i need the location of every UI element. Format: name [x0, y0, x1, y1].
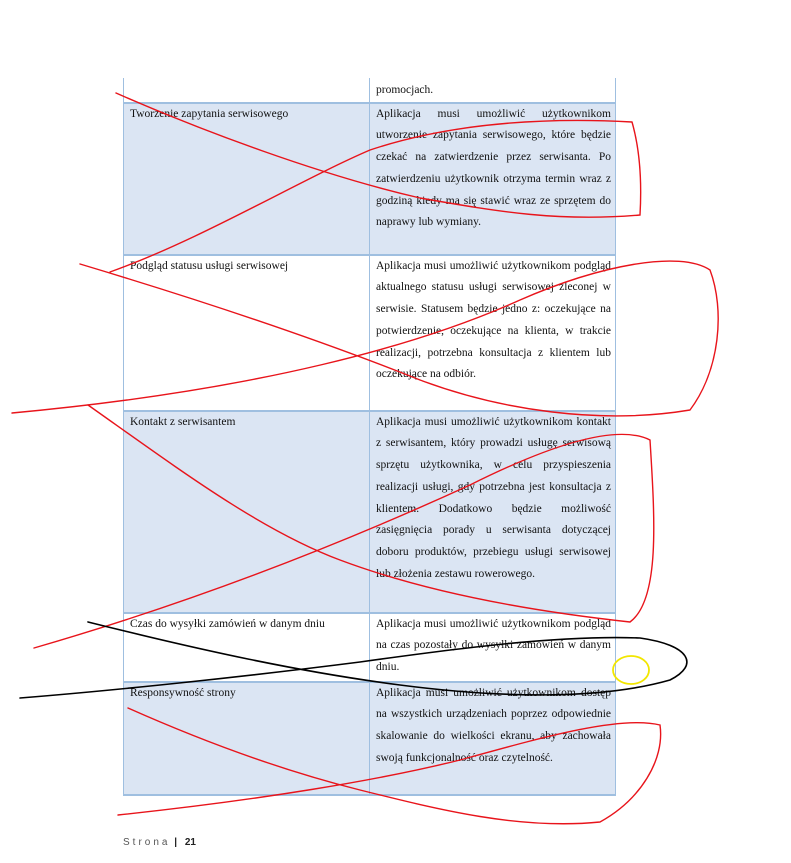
requirement-description: Aplikacja musi umożliwić użytkownikom ut…: [369, 101, 616, 256]
requirement-name: Responsywność strony: [123, 680, 370, 796]
table-row: promocjach.: [123, 78, 616, 104]
page-footer: Strona | 21: [123, 837, 196, 848]
table-row: Podgląd statusu usługi serwisowej Aplika…: [123, 253, 616, 412]
page-number: 21: [184, 837, 196, 848]
table-row: Responsywność strony Aplikacja musi umoż…: [123, 680, 616, 796]
document-page: promocjach. Tworzenie zapytania serwisow…: [0, 0, 791, 863]
requirement-name: Kontakt z serwisantem: [123, 409, 370, 614]
requirement-name: [123, 78, 370, 104]
footer-separator: |: [174, 837, 178, 848]
requirement-description: promocjach.: [369, 78, 616, 104]
yellow-highlight-circle: [612, 655, 650, 685]
footer-label: Strona: [123, 837, 171, 848]
requirement-description: Aplikacja musi umożliwić użytkownikom ko…: [369, 409, 616, 614]
requirements-table: promocjach. Tworzenie zapytania serwisow…: [123, 78, 616, 796]
table-row: Tworzenie zapytania serwisowego Aplikacj…: [123, 101, 616, 256]
table-row: Kontakt z serwisantem Aplikacja musi umo…: [123, 409, 616, 614]
requirement-description: Aplikacja musi umożliwić użytkownikom po…: [369, 611, 616, 683]
requirement-name: Podgląd statusu usługi serwisowej: [123, 253, 370, 412]
requirement-description: Aplikacja musi umożliwić użytkownikom po…: [369, 253, 616, 412]
requirement-name: Tworzenie zapytania serwisowego: [123, 101, 370, 256]
requirement-name: Czas do wysyłki zamówień w danym dniu: [123, 611, 370, 683]
table-row: Czas do wysyłki zamówień w danym dniu Ap…: [123, 611, 616, 683]
requirement-description: Aplikacja musi umożliwić użytkownikom do…: [369, 680, 616, 796]
